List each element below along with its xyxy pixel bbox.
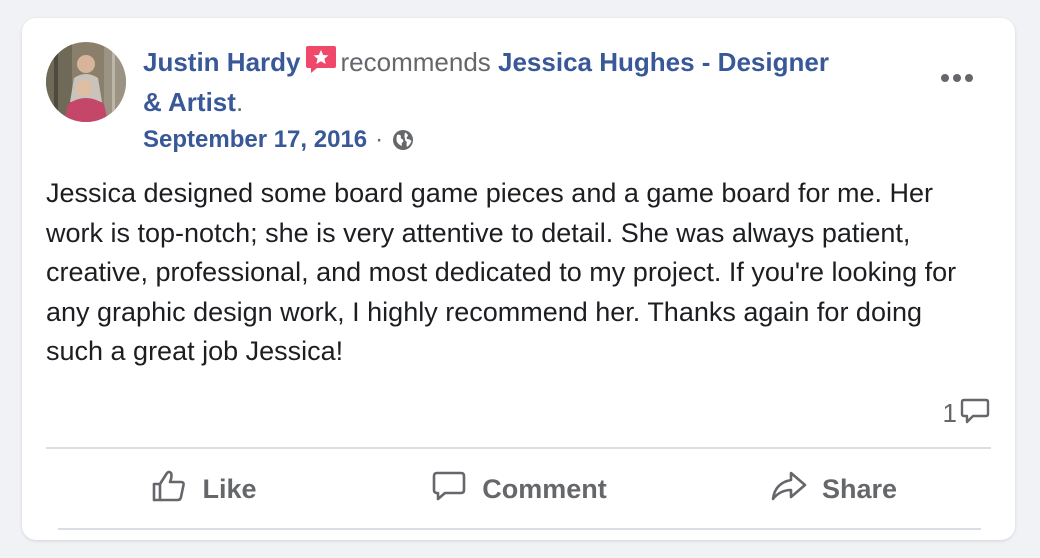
comment-label: Comment — [482, 473, 607, 504]
comment-count[interactable]: 1 — [943, 394, 991, 433]
recommendation-post-card: Justin Hardy recommends Jessica Hughes - … — [22, 18, 1015, 540]
post-header: Justin Hardy recommends Jessica Hughes - … — [143, 42, 843, 122]
recommendation-star-icon — [305, 44, 337, 74]
thumbs-up-icon — [150, 467, 188, 512]
share-label: Share — [821, 473, 898, 504]
post-date-link[interactable]: September 17, 2016 — [143, 124, 367, 156]
author-avatar[interactable] — [46, 42, 126, 122]
sentence-period: . — [235, 87, 244, 117]
like-button[interactable]: Like — [46, 451, 361, 527]
post-actions-bar: Like Comment Share — [46, 451, 991, 527]
comment-count-value: 1 — [942, 398, 957, 428]
share-arrow-icon — [770, 467, 808, 512]
actions-divider-top — [46, 447, 991, 449]
comment-bubble-icon — [959, 394, 991, 433]
actions-divider-bottom — [58, 528, 981, 530]
post-meta: September 17, 2016 · — [143, 124, 415, 156]
action-text: recommends — [340, 47, 491, 77]
share-button[interactable]: Share — [676, 451, 991, 527]
meta-separator: · — [375, 126, 384, 153]
more-options-icon[interactable] — [937, 66, 977, 90]
globe-icon[interactable] — [391, 128, 415, 152]
comment-button[interactable]: Comment — [361, 451, 676, 527]
comment-icon — [430, 467, 468, 512]
like-label: Like — [202, 473, 257, 504]
author-name-link[interactable]: Justin Hardy — [143, 47, 301, 77]
post-body-text: Jessica designed some board game pieces … — [46, 178, 957, 366]
